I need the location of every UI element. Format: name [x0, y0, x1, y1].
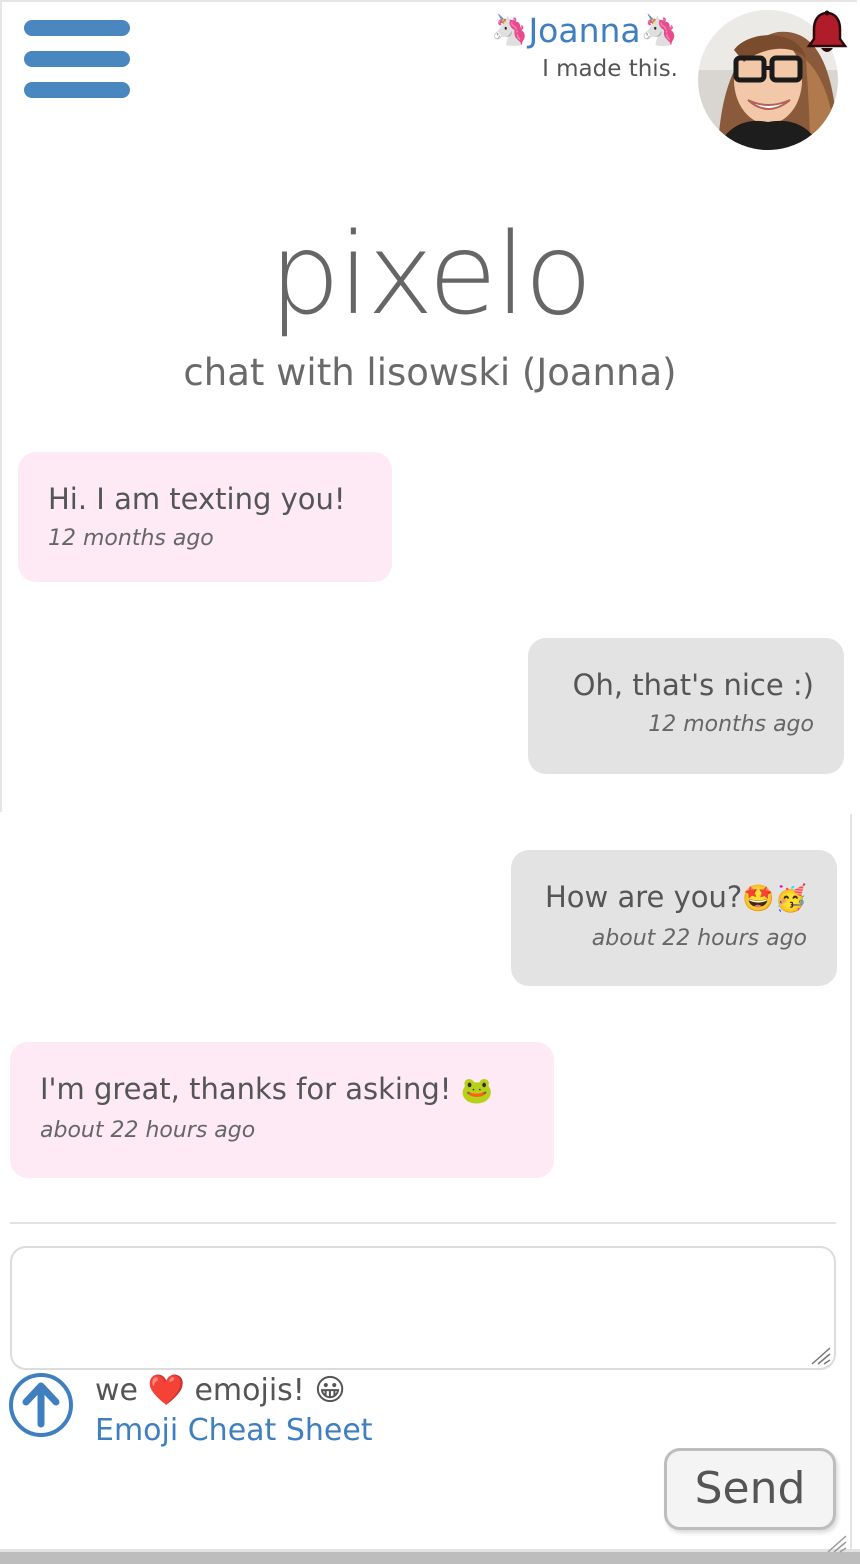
brand-title: pixelo: [269, 210, 593, 340]
chat-subtitle: chat with lisowski (Joanna): [183, 351, 677, 394]
message-timestamp: 12 months ago: [48, 526, 214, 551]
chat-page: 🦄Joanna🦄 I made this. pixelo chat with l…: [0, 0, 860, 1564]
notification-bell-button[interactable]: [806, 10, 848, 54]
star-struck-party-icon: 🤩🥳: [742, 884, 807, 914]
message-timestamp: 12 months ago: [648, 712, 814, 737]
arrow-up-circle-icon: [9, 1373, 73, 1437]
message-timestamp: about 22 hours ago: [40, 1118, 256, 1143]
user-tagline: I made this.: [542, 56, 678, 82]
bell-icon: [806, 10, 848, 52]
bottom-edge: [0, 1552, 860, 1564]
smile-icon: 😀: [314, 1373, 346, 1408]
message-bubble: How are you?🤩🥳 about 22 hours ago: [511, 850, 837, 986]
emoji-note-prefix: we: [95, 1373, 138, 1408]
user-name: Joanna: [528, 11, 641, 50]
divider: [10, 1222, 836, 1224]
message-text-content: Hi. I am texting you!: [48, 482, 346, 516]
message-text: How are you?🤩🥳: [541, 878, 807, 918]
message-bubble: Hi. I am texting you! 12 months ago: [18, 452, 392, 582]
message-input[interactable]: [10, 1246, 836, 1370]
hamburger-icon: [24, 20, 130, 36]
message-bubble: Oh, that's nice :) 12 months ago: [528, 638, 844, 774]
heart-icon: ❤️: [147, 1373, 185, 1408]
emoji-note: we ❤️ emojis! 😀: [95, 1370, 346, 1412]
unicorn-icon: 🦄: [640, 13, 678, 48]
anime-character-icon: 🐸: [460, 1076, 493, 1106]
hamburger-icon-bar: [24, 51, 130, 67]
resize-grip-icon[interactable]: [808, 1344, 832, 1366]
message-text: Oh, that's nice :): [558, 666, 814, 704]
hamburger-icon-bar: [24, 82, 130, 98]
emoji-note-suffix: emojis!: [194, 1373, 305, 1408]
message-text-content: Oh, that's nice :): [572, 668, 814, 702]
message-bubble: I'm great, thanks for asking! 🐸 about 22…: [10, 1042, 554, 1178]
message-text-content: How are you?: [544, 880, 743, 914]
user-info: 🦄Joanna🦄 I made this.: [491, 10, 678, 86]
user-name-link[interactable]: 🦄Joanna🦄: [491, 10, 678, 52]
panel-seam: [850, 814, 852, 1554]
message-text: I'm great, thanks for asking! 🐸: [40, 1070, 524, 1110]
hamburger-menu-button[interactable]: [24, 20, 130, 98]
message-timestamp: about 22 hours ago: [591, 926, 807, 951]
emoji-cheat-sheet-link[interactable]: Emoji Cheat Sheet: [95, 1410, 373, 1452]
unicorn-icon: 🦄: [491, 13, 529, 48]
scroll-to-top-button[interactable]: [8, 1372, 74, 1438]
window-resize-grip-icon[interactable]: [824, 1534, 848, 1554]
message-text-content: I'm great, thanks for asking!: [40, 1072, 452, 1106]
send-button[interactable]: Send: [664, 1448, 836, 1530]
message-text: Hi. I am texting you!: [48, 480, 362, 518]
